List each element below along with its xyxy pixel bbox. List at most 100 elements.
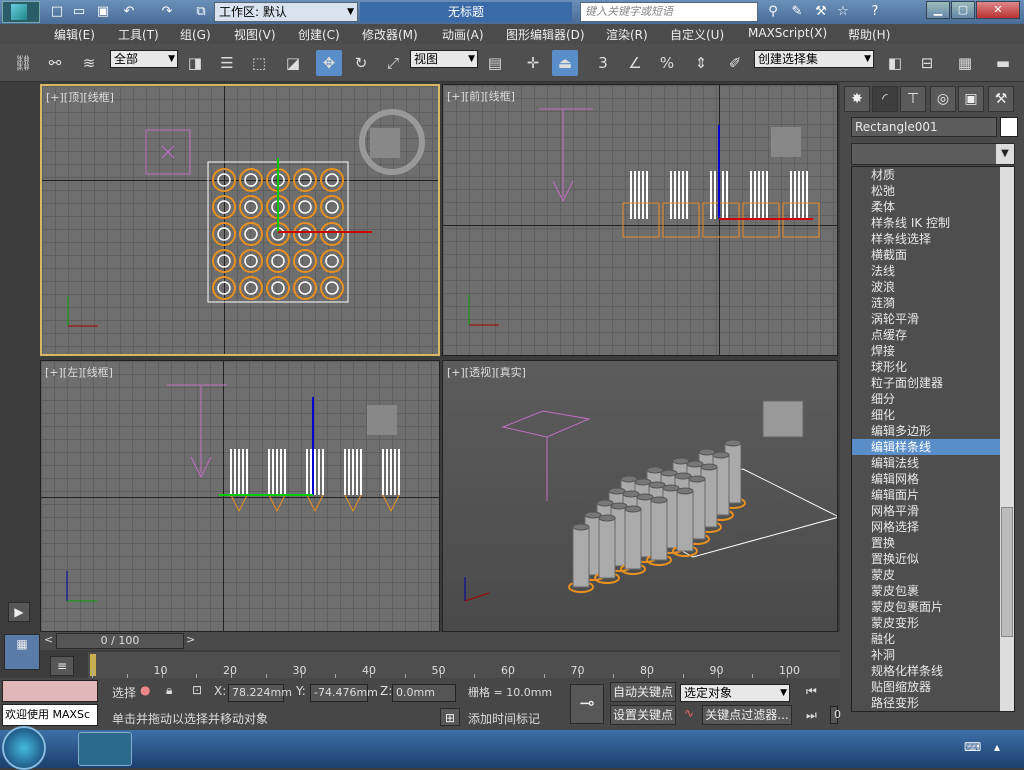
isolate-icon[interactable]: ●: [140, 683, 150, 697]
window-crossing-icon[interactable]: ◪: [280, 50, 306, 76]
modifier-item[interactable]: 编辑网格: [852, 471, 1014, 487]
modifier-item[interactable]: 焊接: [852, 343, 1014, 359]
modifier-item[interactable]: 样条线 IK 控制: [852, 215, 1014, 231]
menu-create[interactable]: 创建(C): [298, 26, 340, 43]
undo-icon[interactable]: ↶: [120, 3, 138, 21]
modifier-item[interactable]: 编辑法线: [852, 455, 1014, 471]
layer-manager-icon[interactable]: ▦: [952, 50, 978, 76]
select-rotate-icon[interactable]: ↻: [348, 50, 374, 76]
viewport-left[interactable]: [+][左][线框]: [40, 360, 440, 632]
modifier-item[interactable]: 路径变形: [852, 695, 1014, 711]
modifier-list-select[interactable]: [851, 143, 1015, 165]
key-mode-toggle-icon[interactable]: ⏭: [806, 708, 817, 723]
keyboard-shortcut-override-icon[interactable]: ⏏: [552, 50, 578, 76]
z-coord-field[interactable]: 0.0mm: [392, 684, 456, 702]
spinner-snap-icon[interactable]: ⇕: [688, 50, 714, 76]
menu-rendering[interactable]: 渲染(R): [606, 26, 648, 43]
modifier-item[interactable]: 横截面: [852, 247, 1014, 263]
pivot-center-icon[interactable]: ▤: [482, 50, 508, 76]
select-manipulate-icon[interactable]: ✛: [520, 50, 546, 76]
modifier-item[interactable]: 网格平滑: [852, 503, 1014, 519]
hold-icon[interactable]: ⧉: [192, 3, 210, 21]
welcome-text[interactable]: 欢迎使用 MAXSc: [2, 704, 98, 726]
modifier-item[interactable]: 网格选择: [852, 519, 1014, 535]
menu-animation[interactable]: 动画(A): [442, 26, 484, 43]
modifier-item[interactable]: 置换近似: [852, 551, 1014, 567]
menu-maxscript[interactable]: MAXScript(X): [748, 26, 827, 40]
communication-icon[interactable]: ✎: [788, 3, 806, 21]
favorites-icon[interactable]: ☆: [834, 3, 852, 21]
create-tab-icon[interactable]: ✸: [844, 86, 870, 112]
modifier-item[interactable]: 贴图缩放器: [852, 679, 1014, 695]
current-frame-field[interactable]: 0: [830, 706, 841, 724]
key-filter-icon[interactable]: ∿: [684, 706, 694, 720]
set-key-button[interactable]: 设置关键点: [610, 705, 676, 725]
maximize-button[interactable]: ▢: [951, 1, 975, 19]
y-coord-field[interactable]: -74.476mm: [310, 684, 378, 702]
angle-snap-icon[interactable]: ∠: [622, 50, 648, 76]
modifier-item[interactable]: 柔体: [852, 199, 1014, 215]
goto-start-icon[interactable]: ⏮: [806, 684, 817, 699]
modifier-item[interactable]: 置换: [852, 535, 1014, 551]
menu-help[interactable]: 帮助(H): [848, 26, 890, 43]
viewport-front[interactable]: [+][前][线框]: [442, 84, 838, 356]
scrollbar-thumb[interactable]: [1001, 507, 1013, 637]
menu-edit[interactable]: 编辑(E): [54, 26, 95, 43]
select-scale-icon[interactable]: ⤢: [380, 50, 406, 76]
binoculars-icon[interactable]: ⚲: [764, 3, 782, 21]
set-key-icon[interactable]: ⊸: [570, 684, 604, 724]
modifier-item[interactable]: 补洞: [852, 647, 1014, 663]
modifier-item[interactable]: 融化: [852, 631, 1014, 647]
object-name-field[interactable]: Rectangle001: [851, 117, 997, 137]
hierarchy-tab-icon[interactable]: ⊤: [900, 86, 926, 112]
modifier-item[interactable]: 涡轮平滑: [852, 311, 1014, 327]
absolute-mode-icon[interactable]: ⊡: [192, 683, 202, 697]
auto-key-button[interactable]: 自动关键点: [610, 682, 676, 702]
modifier-item[interactable]: 波浪: [852, 279, 1014, 295]
viewport-layout-icon[interactable]: ▦: [4, 634, 40, 670]
align-icon[interactable]: ⊟: [914, 50, 940, 76]
taskbar-3dsmax-icon[interactable]: [78, 732, 132, 766]
select-move-icon[interactable]: ✥: [316, 50, 342, 76]
utilities-tab-icon[interactable]: ⚒: [988, 86, 1014, 112]
lock-selection-icon[interactable]: 🔒︎: [166, 683, 172, 698]
named-selection-select[interactable]: 创建选择集: [754, 50, 874, 68]
unlink-icon[interactable]: ⚯: [42, 50, 68, 76]
open-file-icon[interactable]: ▭: [70, 3, 88, 21]
reference-coord-select[interactable]: 视图: [410, 50, 478, 68]
time-next-icon[interactable]: >: [186, 633, 195, 646]
trackbar-toggle-icon[interactable]: ≡: [50, 656, 74, 676]
motion-tab-icon[interactable]: ◎: [930, 86, 956, 112]
modifier-item[interactable]: 细化: [852, 407, 1014, 423]
modifier-item[interactable]: 编辑多边形: [852, 423, 1014, 439]
redo-icon[interactable]: ↷: [158, 3, 176, 21]
select-object-icon[interactable]: ◨: [182, 50, 208, 76]
tray-arrow-icon[interactable]: ▴: [994, 740, 1000, 754]
app-logo-icon[interactable]: [2, 1, 40, 23]
save-icon[interactable]: ▣: [94, 3, 112, 21]
viewport-perspective[interactable]: [+][透视][真实]: [442, 360, 838, 632]
modify-tab-icon[interactable]: ◜: [872, 86, 898, 112]
display-tab-icon[interactable]: ▣: [958, 86, 984, 112]
close-button[interactable]: ✕: [976, 1, 1020, 19]
workspace-select[interactable]: 工作区: 默认: [214, 2, 358, 22]
modifier-item[interactable]: 涟漪: [852, 295, 1014, 311]
menu-modifiers[interactable]: 修改器(M): [362, 26, 418, 43]
key-mode-select[interactable]: 选定对象: [680, 684, 790, 702]
modifier-item[interactable]: 编辑样条线: [852, 439, 1014, 455]
menu-view[interactable]: 视图(V): [234, 26, 276, 43]
modifier-item[interactable]: 蒙皮变形: [852, 615, 1014, 631]
windows-start-icon[interactable]: [2, 726, 46, 770]
modifier-item[interactable]: 松弛: [852, 183, 1014, 199]
add-time-tag-label[interactable]: 添加时间标记: [468, 710, 540, 727]
exchange-icon[interactable]: ⚒: [812, 3, 830, 21]
trackbar-ruler[interactable]: 10 20 30 40 50 60 70 80 90 100: [88, 652, 840, 678]
viewport-top[interactable]: [+][顶][线框]: [40, 84, 440, 356]
key-filters-button[interactable]: 关键点过滤器...: [702, 705, 792, 725]
menu-tools[interactable]: 工具(T): [118, 26, 159, 43]
modifier-item[interactable]: 蒙皮包裹面片: [852, 599, 1014, 615]
select-by-name-icon[interactable]: ☰: [214, 50, 240, 76]
time-tag-icon[interactable]: ⊞: [440, 708, 460, 726]
mirror-icon[interactable]: ◧: [882, 50, 908, 76]
modifier-item[interactable]: 点缓存: [852, 327, 1014, 343]
